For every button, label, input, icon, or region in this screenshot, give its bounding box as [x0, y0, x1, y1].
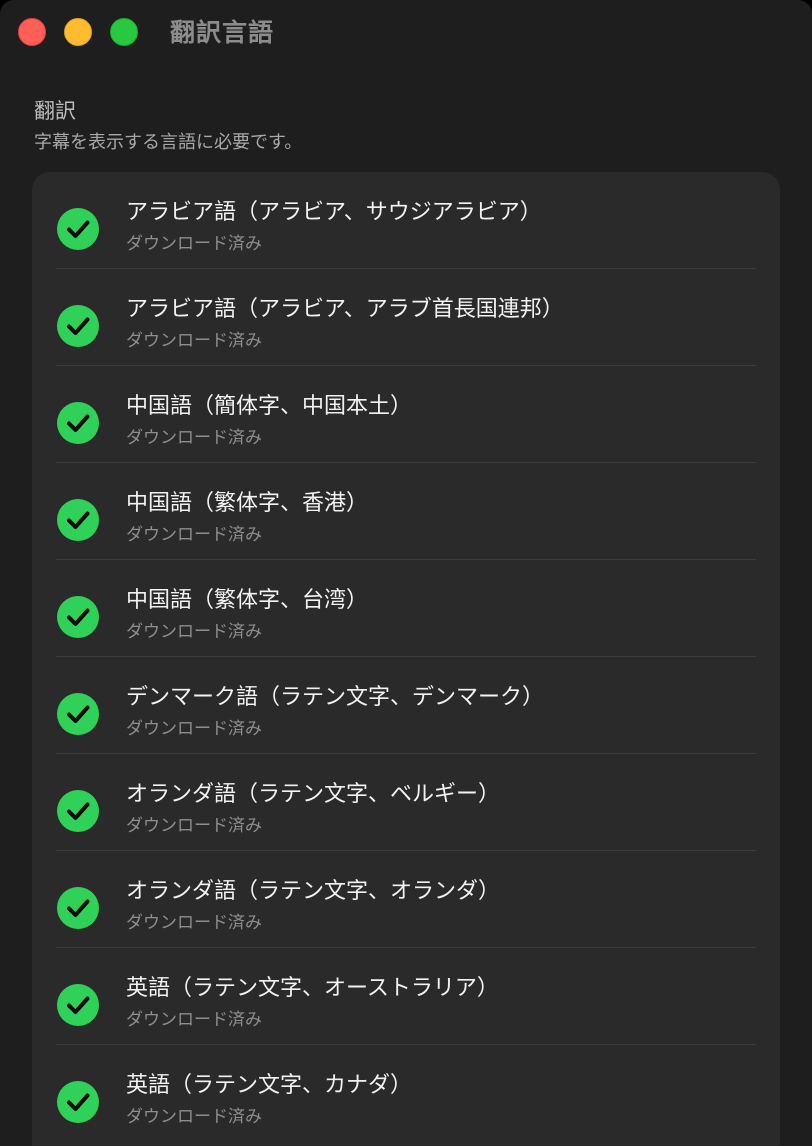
language-row[interactable]: 中国語（簡体字、中国本土） ダウンロード済み [32, 366, 780, 463]
section-subtitle: 字幕を表示する言語に必要です。 [34, 132, 303, 153]
language-row[interactable]: デンマーク語（ラテン文字、デンマーク） ダウンロード済み [32, 657, 780, 754]
language-row[interactable]: 中国語（繁体字、台湾） ダウンロード済み [32, 560, 780, 657]
download-status: ダウンロード済み [126, 913, 262, 933]
close-window-button[interactable] [18, 18, 46, 46]
language-row[interactable]: アラビア語（アラビア、アラブ首長国連邦） ダウンロード済み [32, 269, 780, 366]
language-name: オランダ語（ラテン文字、ベルギー） [126, 782, 501, 807]
checkmark-circle-icon [57, 596, 99, 638]
zoom-window-button[interactable] [110, 18, 138, 46]
checkmark-circle-icon [57, 208, 99, 250]
language-row[interactable]: 英語（ラテン文字、オーストラリア） ダウンロード済み [32, 948, 780, 1045]
language-list: アラビア語（アラビア、サウジアラビア） ダウンロード済み アラビア語（アラビア、… [32, 172, 780, 1146]
checkmark-circle-icon [57, 402, 99, 444]
language-row[interactable]: オランダ語（ラテン文字、オランダ） ダウンロード済み [32, 851, 780, 948]
language-name: デンマーク語（ラテン文字、デンマーク） [126, 685, 545, 710]
download-status: ダウンロード済み [126, 525, 262, 545]
checkmark-circle-icon [57, 984, 99, 1026]
checkmark-circle-icon [57, 305, 99, 347]
checkmark-circle-icon [57, 693, 99, 735]
translation-languages-window: 翻訳言語 翻訳 字幕を表示する言語に必要です。 アラビア語（アラビア、サウジアラ… [0, 0, 812, 1146]
download-status: ダウンロード済み [126, 331, 262, 351]
download-status: ダウンロード済み [126, 622, 262, 642]
download-status: ダウンロード済み [126, 234, 262, 254]
download-status: ダウンロード済み [126, 816, 262, 836]
title-bar: 翻訳言語 [0, 0, 812, 66]
checkmark-circle-icon [57, 499, 99, 541]
language-name: アラビア語（アラビア、サウジアラビア） [126, 200, 542, 225]
language-name: 英語（ラテン文字、オーストラリア） [126, 976, 499, 1001]
language-name: 中国語（繁体字、台湾） [126, 588, 369, 613]
download-status: ダウンロード済み [126, 1107, 262, 1127]
download-status: ダウンロード済み [126, 428, 262, 448]
checkmark-circle-icon [57, 1081, 99, 1123]
language-name: 中国語（簡体字、中国本土） [126, 394, 413, 419]
language-row[interactable]: 中国語（繁体字、香港） ダウンロード済み [32, 463, 780, 560]
checkmark-circle-icon [57, 790, 99, 832]
download-status: ダウンロード済み [126, 1010, 262, 1030]
language-row[interactable]: アラビア語（アラビア、サウジアラビア） ダウンロード済み [32, 172, 780, 269]
language-row[interactable]: 英語（ラテン文字、カナダ） ダウンロード済み [32, 1045, 780, 1142]
section-heading: 翻訳 [34, 99, 76, 123]
minimize-window-button[interactable] [64, 18, 92, 46]
language-name: 英語（ラテン文字、カナダ） [126, 1073, 413, 1098]
language-name: 中国語（繁体字、香港） [126, 491, 369, 516]
checkmark-circle-icon [57, 887, 99, 929]
window-title: 翻訳言語 [170, 18, 275, 47]
download-status: ダウンロード済み [126, 719, 262, 739]
language-name: アラビア語（アラビア、アラブ首長国連邦） [126, 297, 564, 322]
language-name: オランダ語（ラテン文字、オランダ） [126, 879, 501, 904]
language-row[interactable]: オランダ語（ラテン文字、ベルギー） ダウンロード済み [32, 754, 780, 851]
